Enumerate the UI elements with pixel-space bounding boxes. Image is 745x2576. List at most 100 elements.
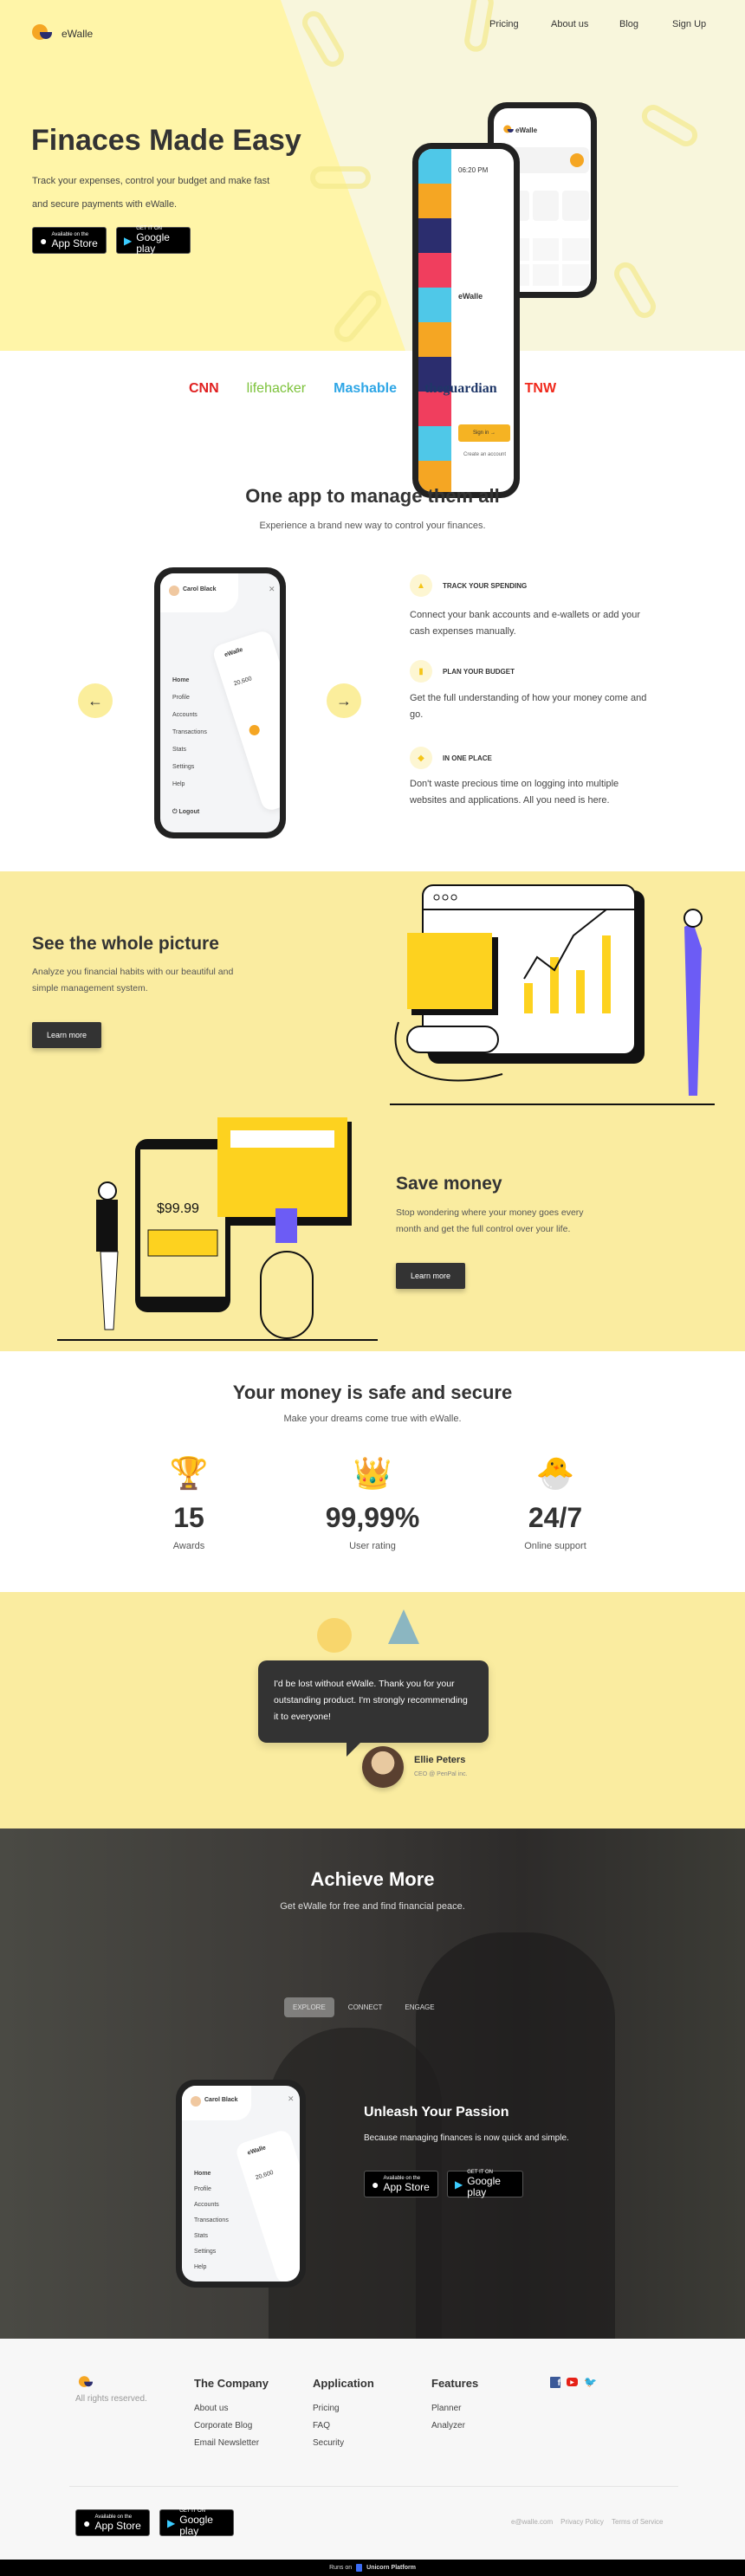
phone-menu-transactions: Transactions <box>172 729 207 735</box>
play-icon: ▶ <box>455 2178 463 2191</box>
stat-value: 24/7 <box>528 1502 583 1533</box>
logo[interactable]: eWalle <box>32 24 93 43</box>
stat-label: User rating <box>349 1541 396 1551</box>
press-logo-cnn: CNN <box>188 381 219 396</box>
pattern-art <box>418 149 451 492</box>
footer-link-corporate-blog[interactable]: Corporate Blog <box>194 2421 252 2430</box>
apple-icon: ● <box>83 2515 91 2530</box>
app-store-button[interactable]: ● Available on the App Store <box>32 227 107 254</box>
feature-plan-budget: ▮ PLAN YOUR BUDGET <box>410 660 515 683</box>
twitter-icon[interactable]: 🐦 <box>584 2376 597 2388</box>
testimonial-quote: I'd be lost without eWalle. Thank you fo… <box>274 1679 468 1722</box>
facebook-icon[interactable]: f <box>550 2376 560 2388</box>
youtube-icon[interactable]: ▶ <box>567 2378 578 2386</box>
phone-user-name: Carol Black <box>183 586 217 592</box>
hero-phone-front: 06:20 PM eWalle Sign in → Create an acco… <box>412 143 520 498</box>
footer-col-title: Features <box>431 2377 479 2390</box>
close-icon: ✕ <box>288 2094 295 2103</box>
runs-on-label: Runs on <box>329 2565 353 2571</box>
nav-blog[interactable]: Blog <box>619 19 638 29</box>
link-icon: ◆ <box>410 747 432 769</box>
phone-time: 06:20 PM <box>458 166 489 174</box>
dashboard-illustration <box>390 884 715 1105</box>
logo-icon <box>503 125 514 135</box>
nav-about-us[interactable]: About us <box>551 19 588 29</box>
achieve-title: Achieve More <box>310 1868 435 1890</box>
testimonial-role: CEO @ PenPal inc. <box>414 1771 468 1777</box>
stat-value: 15 <box>173 1502 204 1533</box>
bell-icon: ▲ <box>410 574 432 597</box>
price-text: $99.99 <box>157 1201 199 1216</box>
hero-text: Track your expenses, control your budget… <box>32 176 270 210</box>
footer-email-link[interactable]: e@walle.com <box>511 2518 553 2526</box>
footer-terms-link[interactable]: Terms of Service <box>612 2518 664 2526</box>
play-icon: ▶ <box>124 234 133 247</box>
manage-title: One app to manage them all <box>245 485 500 507</box>
arrow-left-icon: ← <box>87 691 103 709</box>
phone-menu-profile: Profile <box>172 695 190 701</box>
bubble-tail <box>347 1741 362 1757</box>
footer-logo-icon[interactable] <box>78 2376 94 2389</box>
footer-rights: All rights reserved. <box>75 2394 147 2404</box>
apple-icon: ● <box>372 2177 379 2191</box>
shopping-illustration: $99.99 <box>57 1117 378 1341</box>
tab-explore[interactable]: EXPLORE <box>284 1997 334 2017</box>
nav-pricing[interactable]: Pricing <box>489 19 519 29</box>
footer-google-play-button[interactable]: ▶ GET IT ON Google play <box>159 2508 234 2537</box>
feature-track-spending: ▲ TRACK YOUR SPENDING <box>410 574 527 597</box>
manage-subtitle: Experience a brand new way to control yo… <box>259 521 486 531</box>
achieve-heading: Unleash Your Passion <box>364 2105 509 2120</box>
footer-link-about-us[interactable]: About us <box>194 2404 228 2413</box>
stat-label: Awards <box>172 1541 205 1551</box>
press-logos: CNN lifehacker Mashable theguardian TNW <box>0 381 745 397</box>
tab-engage[interactable]: ENGAGE <box>396 1997 443 2017</box>
paperclip-decoration <box>610 258 660 322</box>
feature-title: IN ONE PLACE <box>443 754 492 762</box>
tab-connect[interactable]: CONNECT <box>340 1997 392 2017</box>
footer-bottom-links: e@walle.com Privacy Policy Terms of Serv… <box>511 2518 664 2526</box>
feature-title: TRACK YOUR SPENDING <box>443 581 528 590</box>
runs-on-bar[interactable]: Runs on Unicorn Platform <box>0 2560 745 2576</box>
save-text: Stop wondering where your money goes eve… <box>396 1207 584 1234</box>
feature-one-place: ◆ IN ONE PLACE <box>410 747 492 769</box>
picture-learn-more-button[interactable]: Learn more <box>32 1022 101 1048</box>
press-logo-guardian: theguardian <box>424 381 497 396</box>
stat-online-support: 🐣 24/7 Online support <box>469 1455 642 1551</box>
picture-title: See the whole picture <box>32 934 219 954</box>
footer-privacy-link[interactable]: Privacy Policy <box>560 2518 604 2526</box>
footer-link-planner[interactable]: Planner <box>431 2404 461 2413</box>
phone-menu-settings: Settings <box>194 2249 217 2255</box>
arrow-right-icon: → <box>336 691 352 709</box>
testimonial-bubble: I'd be lost without eWalle. Thank you fo… <box>258 1660 489 1743</box>
apple-icon: ● <box>40 233 48 248</box>
google-play-button[interactable]: ▶ GET IT ON Google play <box>447 2170 523 2198</box>
footer-link-security[interactable]: Security <box>313 2438 344 2448</box>
carousel-next-button[interactable]: → <box>327 683 361 718</box>
footer-app-store-button[interactable]: ● Available on the App Store <box>75 2509 150 2536</box>
phone-menu-home: Home <box>172 677 190 683</box>
footer-link-analyzer[interactable]: Analyzer <box>431 2421 465 2430</box>
brand-name: eWalle <box>62 28 94 40</box>
carousel-prev-button[interactable]: ← <box>78 683 113 718</box>
app-store-button[interactable]: ● Available on the App Store <box>364 2171 438 2197</box>
social-links: f ▶ 🐦 <box>550 2376 597 2388</box>
phone-create-account: Create an account <box>463 452 507 457</box>
phone-menu-stats: Stats <box>194 2233 208 2239</box>
footer-col-title: The Company <box>194 2377 269 2390</box>
google-play-button[interactable]: ▶ GET IT ON Google play <box>116 226 191 255</box>
hero-title: Finaces Made Easy <box>31 124 301 157</box>
save-title: Save money <box>396 1174 502 1194</box>
manage-phone: Carol Black ✕ Home Profile Accounts Tran… <box>154 567 286 838</box>
paperclip-decoration <box>310 166 371 189</box>
footer-link-pricing[interactable]: Pricing <box>313 2404 340 2413</box>
phone-balance: 20,600 <box>255 2169 275 2182</box>
chick-icon: 🐣 <box>535 1455 575 1491</box>
nav-sign-up[interactable]: Sign Up <box>672 19 706 29</box>
footer-link-email-newsletter[interactable]: Email Newsletter <box>194 2438 259 2448</box>
save-learn-more-button[interactable]: Learn more <box>396 1263 465 1289</box>
play-icon: ▶ <box>167 2516 176 2529</box>
avatar <box>191 2096 201 2107</box>
platform-name: Unicorn Platform <box>366 2565 416 2571</box>
footer-link-faq[interactable]: FAQ <box>313 2421 330 2430</box>
phone-menu-home: Home <box>194 2171 211 2177</box>
